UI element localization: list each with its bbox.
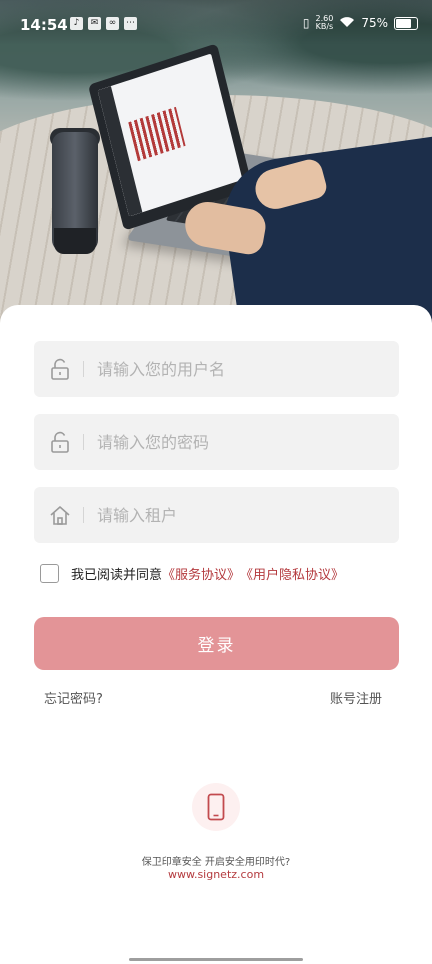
agree-checkbox[interactable]: [40, 564, 59, 583]
wifi-icon: [339, 16, 355, 31]
vibrate-icon: ▯: [302, 16, 310, 30]
mail-icon: ✉: [88, 17, 101, 30]
hero-image: [0, 0, 432, 330]
phone-icon: [192, 783, 240, 831]
agreement-row: 我已阅读并同意 《服务协议》 《用户隐私协议》: [40, 564, 344, 583]
login-button[interactable]: 登录: [34, 617, 399, 670]
register-link[interactable]: 账号注册: [330, 688, 382, 707]
footer-website[interactable]: www.signetz.com: [0, 868, 432, 881]
tiktok-icon: ♪: [70, 17, 83, 30]
status-bar: 14:54 ♪ ✉ ∞ ⋯ ▯ 2.60 KB/s 75%: [0, 0, 432, 48]
home-indicator[interactable]: [129, 958, 303, 961]
password-field[interactable]: [34, 414, 399, 470]
agree-text: 我已阅读并同意: [71, 568, 163, 583]
lock-icon: [49, 358, 71, 380]
status-time: 14:54: [20, 16, 68, 34]
notification-icons: ♪ ✉ ∞ ⋯: [70, 17, 137, 30]
privacy-agreement-link[interactable]: 《用户隐私协议》: [240, 564, 344, 583]
forgot-password-link[interactable]: 忘记密码?: [44, 688, 103, 707]
footer-slogan: 保卫印章安全 开启安全用印时代?: [141, 857, 291, 868]
home-icon: [49, 504, 71, 526]
battery-icon: [394, 16, 418, 30]
battery-percent: 75%: [361, 16, 388, 30]
username-input[interactable]: [95, 358, 399, 380]
tenant-input[interactable]: [95, 504, 399, 526]
password-input[interactable]: [95, 431, 399, 453]
app-icon: ∞: [106, 17, 119, 30]
more-icon: ⋯: [124, 17, 137, 30]
lock-icon: [49, 431, 71, 453]
net-speed: 2.60 KB/s: [316, 15, 334, 31]
net-speed-unit: KB/s: [315, 22, 334, 31]
tenant-field[interactable]: [34, 487, 399, 543]
username-field[interactable]: [34, 341, 399, 397]
service-agreement-link[interactable]: 《服务协议》: [162, 564, 240, 583]
